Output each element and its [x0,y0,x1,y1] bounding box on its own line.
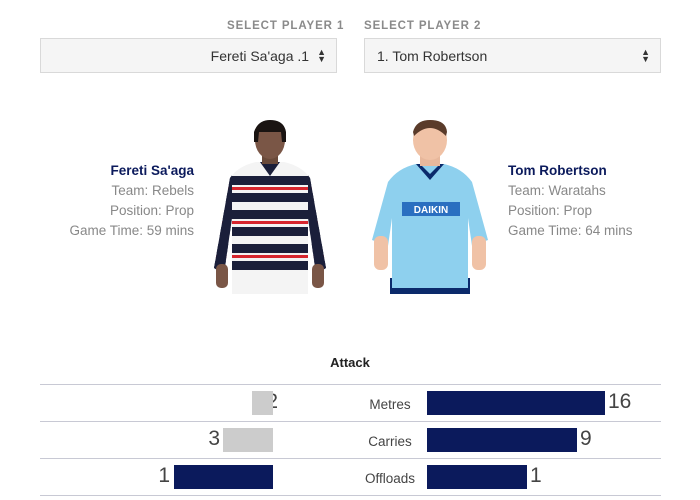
player-1-stat-value: 3 [208,427,220,450]
select-player-2-label: SELECT PLAYER 2 [364,20,482,32]
player-2-game-time: Game Time: 64 mins [508,223,633,238]
player-2-info: Tom Robertson Team: Waratahs Position: P… [508,161,668,241]
select-player-1-label: SELECT PLAYER 1 [227,20,345,32]
player-1-stat-bar [223,428,273,452]
player-1-stat-bar [174,465,273,489]
player-1-position: Position: Prop [109,203,194,218]
player-2-team: Team: Waratahs [508,183,606,198]
player-2-stat-bar [427,465,527,489]
player-1-game-time: Game Time: 59 mins [69,223,194,238]
player-2-stat-value: 1 [530,464,542,487]
attack-section-title: Attack [330,355,370,370]
stat-row-carries: 3 Carries 9 [40,423,661,459]
player-2-stat-value: 9 [580,427,592,450]
player-1-stat-bar [252,391,273,415]
player-1-info: Fereti Sa'aga Team: Rebels Position: Pro… [40,161,194,241]
select-arrows-icon: ▲ ▼ [641,46,650,64]
player-2-stat-value: 16 [608,390,632,413]
player-1-select[interactable]: Fereti Sa'aga .1 ▲ ▼ [40,38,337,73]
player-1-team: Team: Rebels [111,183,194,198]
svg-text:DAIKIN: DAIKIN [414,205,448,216]
stats-divider [40,384,661,385]
player-2-stat-bar [427,428,577,452]
player-1-name: Fereti Sa'aga [110,163,195,178]
player-2-photo: DAIKIN [372,120,488,294]
stat-row-metres: 2 Metres 16 [40,386,661,422]
player-1-stat-value: 1 [158,464,170,487]
stat-row-offloads: 1 Offloads 1 [40,460,661,496]
player-2-select-value: 1. Tom Robertson [377,47,488,64]
select-arrows-icon: ▲ ▼ [317,46,326,64]
player-1-photo [214,120,326,294]
player-2-position: Position: Prop [508,203,593,218]
player-1-select-value: Fereti Sa'aga .1 [210,47,310,64]
player-2-name: Tom Robertson [508,163,607,178]
player-2-stat-bar [427,391,605,415]
player-2-select[interactable]: 1. Tom Robertson ▲ ▼ [364,38,661,73]
